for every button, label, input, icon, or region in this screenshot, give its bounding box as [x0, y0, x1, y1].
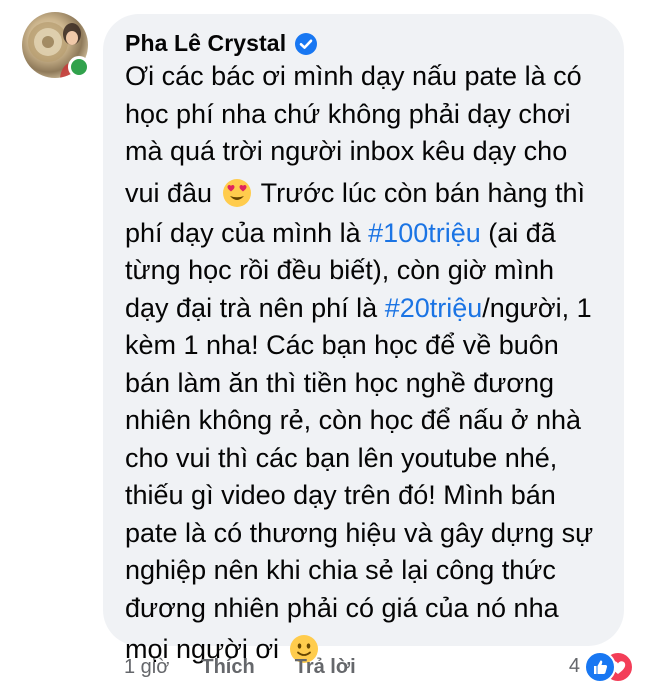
comment-text-segment: vui đâu — [125, 177, 220, 208]
comment-bubble: Pha Lê Crystal Ơi các bác ơi mình dạy nấ… — [103, 14, 624, 664]
comment-text-segment: kèm 1 nha! Các bạn học để về buôn — [125, 330, 559, 360]
comment-text-segment: từng học rồi đều biết), còn giờ mình — [125, 255, 555, 285]
comment-text-segment: nhiên không rẻ, còn học để nấu ở nhà — [125, 405, 582, 435]
comment-line: bán làm ăn thì tiền học nghề đương — [125, 365, 605, 403]
timestamp[interactable]: 1 giờ — [124, 656, 169, 679]
comment-line: từng học rồi đều biết), còn giờ mình — [125, 252, 605, 290]
comment-text-segment: nghiệp nên khi chia sẻ lại công thức — [125, 555, 556, 585]
comment-text: Ơi các bác ơi mình dạy nấu pate là có học… — [125, 58, 605, 671]
like-reaction-icon — [584, 651, 616, 683]
comment-text-segment: bán làm ăn thì tiền học nghề đương — [125, 367, 555, 398]
comment-line: mà quá trời người inbox kêu dạy cho — [125, 133, 605, 171]
comment-text-segment: đương nhiên phải có giá của nó nha — [125, 592, 559, 623]
online-status-dot — [68, 56, 90, 78]
comment-line: học phí nha chứ không phải dạy chơi — [125, 96, 605, 134]
reaction-count: 4 — [568, 654, 580, 677]
comment-line: thiếu gì video dạy trên đó! Mình bán — [125, 477, 605, 515]
comment-line: vui đâu Trước lúc còn bán hàng thì — [125, 171, 605, 215]
avatar[interactable] — [22, 12, 90, 78]
comment-line: Ơi các bác ơi mình dạy nấu pate là có — [125, 58, 605, 96]
comment-text-segment: cho vui thì các bạn lên youtube nhé, — [125, 442, 558, 473]
reply-button[interactable]: Trả lời — [295, 656, 356, 679]
comment-text-segment: Ơi các bác ơi mình dạy nấu pate là có — [125, 61, 582, 91]
hashtag-link[interactable]: #20triệu — [385, 293, 483, 323]
like-button[interactable]: Thích — [201, 656, 254, 679]
comment-text-segment: dạy đại trà nên phí là — [125, 292, 385, 323]
comment-line: cho vui thì các bạn lên youtube nhé, — [125, 440, 605, 478]
comment-text-segment: /người, 1 — [482, 292, 592, 323]
comment-actions: 1 giờ Thích Trả lời — [124, 652, 396, 682]
comment-line: kèm 1 nha! Các bạn học để về buôn — [125, 327, 605, 365]
comment-line: dạy đại trà nên phí là #20triệu/người, 1 — [125, 290, 605, 328]
comment-text-segment: phí dạy của mình là — [125, 217, 369, 248]
comment-line: đương nhiên phải có giá của nó nha — [125, 590, 605, 628]
heart-eyes-emoji-icon — [222, 177, 252, 207]
author-name[interactable]: Pha Lê Crystal — [125, 30, 286, 57]
verified-badge-icon — [294, 32, 318, 56]
comment-line: phí dạy của mình là #100triệu (ai đã — [125, 215, 605, 253]
comment-text-segment: (ai đã — [480, 217, 556, 248]
reaction-summary[interactable]: 4 — [568, 650, 634, 683]
comment-text-segment: Trước lúc còn bán hàng thì — [253, 177, 586, 208]
comment-line: nhiên không rẻ, còn học để nấu ở nhà — [125, 402, 605, 440]
author-row: Pha Lê Crystal — [125, 30, 318, 57]
hashtag-link[interactable]: #100triệu — [368, 218, 481, 248]
comment-line: nghiệp nên khi chia sẻ lại công thức — [125, 552, 605, 590]
comment-text-segment: mà quá trời người inbox kêu dạy cho — [125, 136, 568, 166]
comment-text-segment: pate là có thương hiệu và gây dựng sự — [125, 517, 594, 548]
comment-text-segment: thiếu gì video dạy trên đó! Mình bán — [125, 480, 556, 510]
reaction-icons — [584, 651, 634, 683]
comment-line: pate là có thương hiệu và gây dựng sự — [125, 515, 605, 553]
comment-text-segment: học phí nha chứ không phải dạy chơi — [125, 98, 571, 129]
